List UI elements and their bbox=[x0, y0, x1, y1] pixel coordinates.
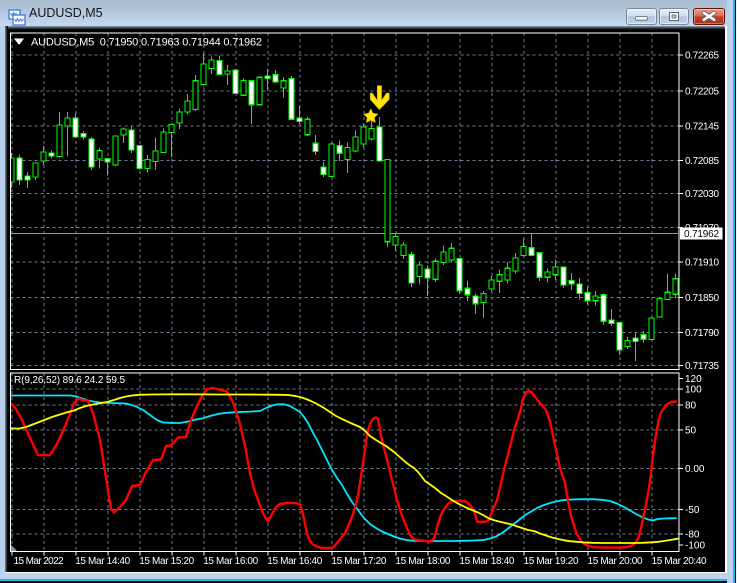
svg-text:0.72265: 0.72265 bbox=[685, 51, 719, 62]
svg-text:0.71735: 0.71735 bbox=[685, 361, 719, 372]
svg-text:15 Mar 19:20: 15 Mar 19:20 bbox=[524, 556, 579, 567]
svg-text:0.71910: 0.71910 bbox=[685, 258, 719, 269]
svg-text:0.72030: 0.72030 bbox=[685, 189, 719, 200]
svg-text:0.72085: 0.72085 bbox=[685, 156, 719, 167]
svg-text:15 Mar 16:00: 15 Mar 16:00 bbox=[203, 556, 258, 567]
svg-text:0.72145: 0.72145 bbox=[685, 121, 719, 132]
svg-text:0.71790: 0.71790 bbox=[685, 328, 719, 339]
svg-text:15 Mar 20:40: 15 Mar 20:40 bbox=[652, 556, 707, 567]
svg-text:120: 120 bbox=[685, 374, 702, 385]
svg-text:0.72205: 0.72205 bbox=[685, 86, 719, 97]
svg-text:50: 50 bbox=[685, 425, 697, 436]
svg-text:-100: -100 bbox=[685, 540, 705, 551]
svg-text:-50: -50 bbox=[685, 505, 700, 516]
svg-text:15 Mar 2022: 15 Mar 2022 bbox=[14, 556, 64, 567]
svg-text:15 Mar 20:00: 15 Mar 20:00 bbox=[588, 556, 643, 567]
svg-text:R(9,26,52) 89.6 24.2 59.5: R(9,26,52) 89.6 24.2 59.5 bbox=[14, 375, 125, 386]
svg-text:0.00: 0.00 bbox=[685, 464, 705, 475]
svg-text:80: 80 bbox=[685, 400, 697, 411]
svg-text:15 Mar 16:40: 15 Mar 16:40 bbox=[267, 556, 322, 567]
svg-text:15 Mar 18:00: 15 Mar 18:00 bbox=[395, 556, 450, 567]
svg-text:AUDUSD,M5 0.71950 0.71963 0.7: AUDUSD,M5 0.71950 0.71963 0.71944 0.7196… bbox=[31, 37, 262, 49]
svg-text:-80: -80 bbox=[685, 529, 700, 540]
svg-text:0.71962: 0.71962 bbox=[684, 229, 719, 240]
svg-text:100: 100 bbox=[685, 384, 702, 395]
svg-text:15 Mar 14:40: 15 Mar 14:40 bbox=[75, 556, 130, 567]
svg-text:0.71850: 0.71850 bbox=[685, 293, 719, 304]
svg-text:15 Mar 17:20: 15 Mar 17:20 bbox=[331, 556, 386, 567]
svg-text:15 Mar 18:40: 15 Mar 18:40 bbox=[459, 556, 514, 567]
svg-text:15 Mar 15:20: 15 Mar 15:20 bbox=[139, 556, 194, 567]
